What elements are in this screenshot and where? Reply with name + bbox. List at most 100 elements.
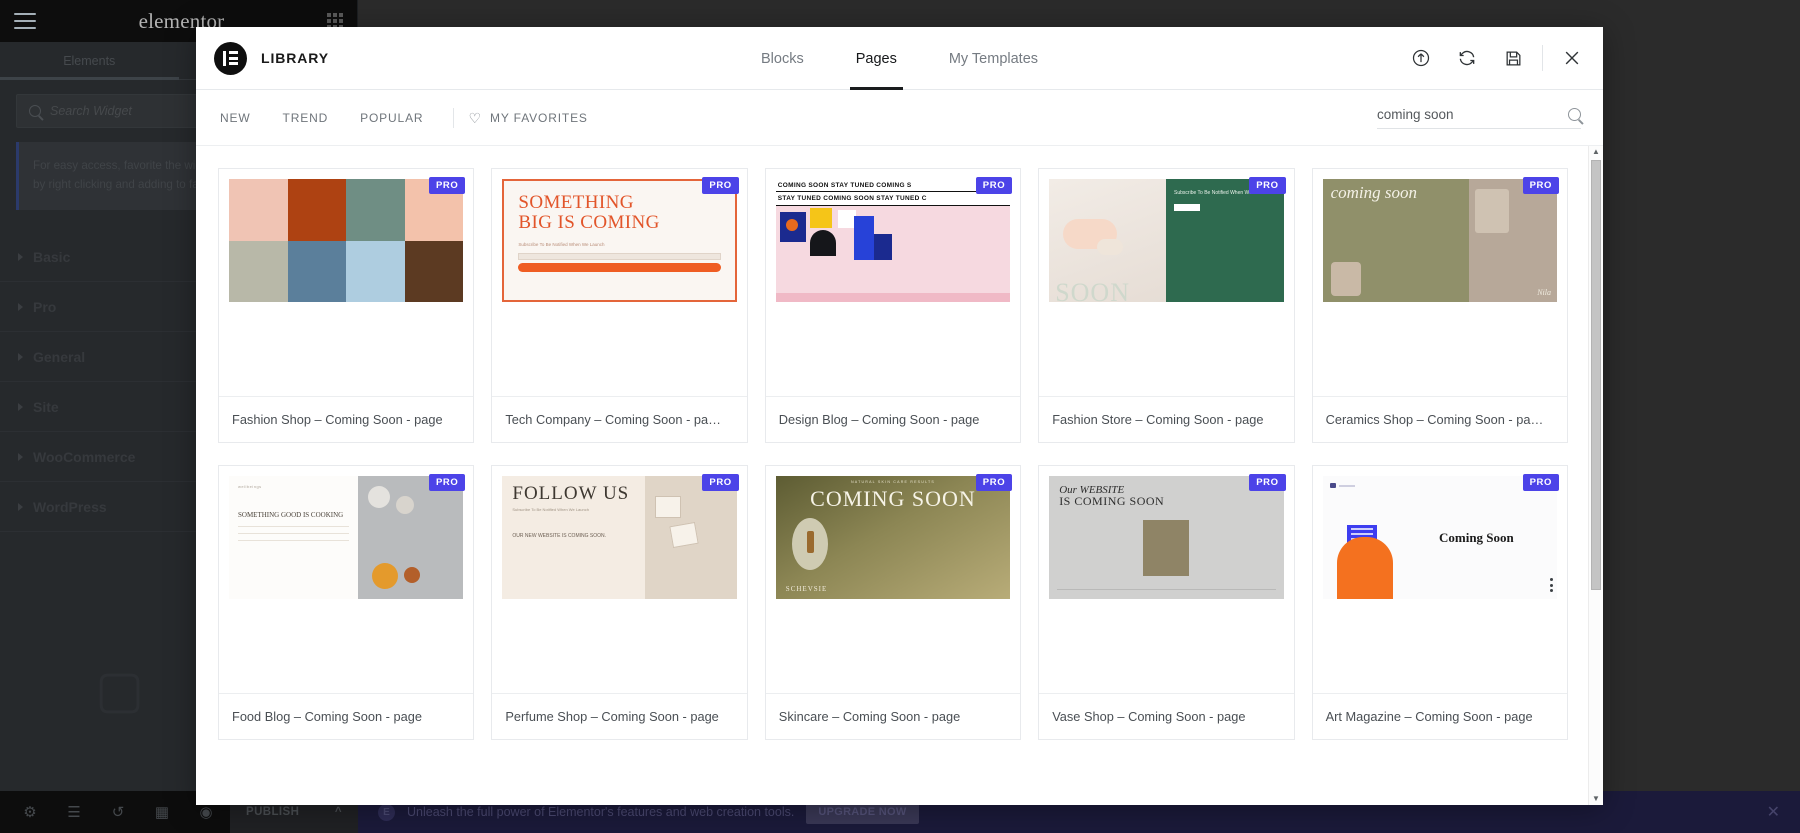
scrollbar-track[interactable] — [1589, 156, 1603, 795]
chevron-right-icon — [18, 253, 23, 261]
settings-icon[interactable]: ⚙ — [8, 791, 52, 833]
widget-category-label: Basic — [33, 249, 70, 265]
thumb-heading: coming soon — [1331, 185, 1461, 201]
editor-tab-elements[interactable]: Elements — [0, 42, 179, 79]
template-title: Food Blog – Coming Soon - page — [219, 693, 473, 739]
widget-category-label: Site — [33, 399, 59, 415]
template-thumbnail: PRO — [219, 169, 473, 396]
scrollbar-thumb[interactable] — [1591, 160, 1601, 590]
template-library-modal: LIBRARY Blocks Pages My Templates — [196, 27, 1603, 805]
pro-badge: PRO — [1523, 177, 1559, 194]
import-template-icon[interactable] — [1398, 27, 1444, 90]
template-card[interactable]: PRO FOLLOW US Subscribe To Be Notified W… — [491, 465, 747, 740]
heart-icon: ♡ — [468, 111, 481, 125]
template-preview-art: Coming Soon — [1323, 476, 1557, 599]
template-thumbnail: PRO SOON Subscribe To Be Notified When W… — [1039, 169, 1293, 396]
menu-hamburger-icon[interactable] — [14, 13, 36, 29]
template-card[interactable]: PRO Our WEBSITE IS COMING SOON Vase Shop… — [1038, 465, 1294, 740]
filter-popular[interactable]: POPULAR — [344, 111, 439, 125]
template-card[interactable]: PRO Coming Soon — [1312, 465, 1568, 740]
template-thumbnail: PRO coming soon Nila — [1313, 169, 1567, 396]
template-search-field[interactable]: coming soon — [1377, 107, 1581, 129]
tab-pages[interactable]: Pages — [830, 27, 923, 90]
template-thumbnail: PRO Our WEBSITE IS COMING SOON — [1039, 466, 1293, 693]
template-title: Fashion Store – Coming Soon - page — [1039, 396, 1293, 442]
template-thumbnail: PRO NATURAL SKIN CARE RESULTS COMING SOO… — [766, 466, 1020, 693]
pro-badge: PRO — [1523, 474, 1559, 491]
close-icon[interactable]: ✕ — [1767, 802, 1780, 822]
template-preview-art: coming soon Nila — [1323, 179, 1557, 302]
template-title: Ceramics Shop – Coming Soon - pa… — [1313, 396, 1567, 442]
template-card[interactable]: PRO — [218, 168, 474, 443]
thumb-subtext: Subscribe To Be Notified When We Launch — [518, 241, 720, 248]
filter-divider — [453, 108, 454, 128]
library-brand: LIBRARY — [214, 42, 329, 75]
chevron-right-icon — [18, 353, 23, 361]
template-card[interactable]: PRO wellbeings SOMETHING GOOD IS COOKING — [218, 465, 474, 740]
sync-library-icon[interactable] — [1444, 27, 1490, 90]
publish-label: PUBLISH — [246, 806, 299, 818]
layers-icon[interactable]: ☰ — [52, 791, 96, 833]
save-template-icon[interactable] — [1490, 27, 1536, 90]
thumb-heading: BIG IS COMING — [518, 213, 720, 233]
template-title: Art Magazine – Coming Soon - page — [1313, 693, 1567, 739]
header-divider — [1542, 45, 1543, 71]
elementor-logo-icon — [214, 42, 247, 75]
filter-my-favorites[interactable]: ♡ MY FAVORITES — [468, 111, 587, 125]
my-favorites-label: MY FAVORITES — [490, 111, 588, 125]
pro-badge: PRO — [976, 177, 1012, 194]
widget-category-label: WooCommerce — [33, 449, 135, 465]
scroll-down-arrow-icon[interactable]: ▼ — [1592, 795, 1600, 803]
thumb-heading: SOMETHING — [518, 193, 720, 213]
chevron-right-icon — [18, 303, 23, 311]
template-thumbnail: PRO FOLLOW US Subscribe To Be Notified W… — [492, 466, 746, 693]
template-card[interactable]: PRO COMING SOON STAY TUNED COMING S STAY… — [765, 168, 1021, 443]
template-card[interactable]: PRO SOON Subscribe To Be Notified When W… — [1038, 168, 1294, 443]
template-title: Fashion Shop – Coming Soon - page — [219, 396, 473, 442]
library-title: LIBRARY — [261, 50, 329, 66]
library-filter-bar: NEW TREND POPULAR ♡ MY FAVORITES coming … — [196, 90, 1603, 146]
thumb-heading: IS COMING SOON — [1059, 494, 1273, 509]
history-icon[interactable]: ↺ — [96, 791, 140, 833]
library-header: LIBRARY Blocks Pages My Templates — [196, 27, 1603, 90]
thumb-subtext: Subscribe To Be Notified When We Launch — [512, 507, 635, 514]
thumb-soon-text: SOON — [1055, 278, 1130, 302]
library-tabs: Blocks Pages My Templates — [196, 27, 1603, 90]
scroll-up-arrow-icon[interactable]: ▲ — [1592, 148, 1600, 156]
pro-badge: PRO — [429, 177, 465, 194]
filter-new[interactable]: NEW — [220, 111, 267, 125]
tab-blocks[interactable]: Blocks — [735, 27, 830, 90]
responsive-icon[interactable]: ▦ — [140, 791, 184, 833]
widget-category-label: Pro — [33, 299, 56, 315]
template-card[interactable]: PRO NATURAL SKIN CARE RESULTS COMING SOO… — [765, 465, 1021, 740]
template-thumbnail: PRO wellbeings SOMETHING GOOD IS COOKING — [219, 466, 473, 693]
pro-badge: PRO — [976, 474, 1012, 491]
chevron-right-icon — [18, 503, 23, 511]
chevron-right-icon — [18, 453, 23, 461]
template-thumbnail: PRO SOMETHING BIG IS COMING Subscribe To… — [492, 169, 746, 396]
chevron-right-icon — [18, 403, 23, 411]
pro-badge: PRO — [1249, 474, 1285, 491]
filter-trend[interactable]: TREND — [267, 111, 345, 125]
template-thumbnail: PRO Coming Soon — [1313, 466, 1567, 693]
promo-text: Unleash the full power of Elementor's fe… — [407, 805, 794, 819]
elementor-placeholder-illustration: ▢ — [95, 660, 144, 720]
pro-badge: PRO — [1249, 177, 1285, 194]
library-scrollbar[interactable]: ▲ ▼ — [1588, 146, 1603, 805]
thumb-heading: COMING SOON — [776, 486, 1010, 512]
template-card[interactable]: PRO SOMETHING BIG IS COMING Subscribe To… — [491, 168, 747, 443]
search-input[interactable]: coming soon — [1377, 107, 1560, 122]
thumb-brand: SCHEVSIE — [786, 585, 827, 593]
search-icon[interactable] — [1568, 108, 1581, 121]
pro-badge: PRO — [702, 474, 738, 491]
template-title: Skincare – Coming Soon - page — [766, 693, 1020, 739]
thumb-heading: SOMETHING GOOD IS COOKING — [238, 511, 349, 520]
chevron-up-icon[interactable]: ^ — [335, 806, 342, 818]
tab-my-templates[interactable]: My Templates — [923, 27, 1064, 90]
template-thumbnail: PRO COMING SOON STAY TUNED COMING S STAY… — [766, 169, 1020, 396]
widget-category-label: WordPress — [33, 499, 107, 515]
template-card[interactable]: PRO coming soon Nila — [1312, 168, 1568, 443]
template-more-options-icon[interactable] — [1550, 578, 1553, 592]
close-icon[interactable] — [1549, 27, 1595, 90]
thumb-heading: Coming Soon — [1439, 530, 1514, 546]
